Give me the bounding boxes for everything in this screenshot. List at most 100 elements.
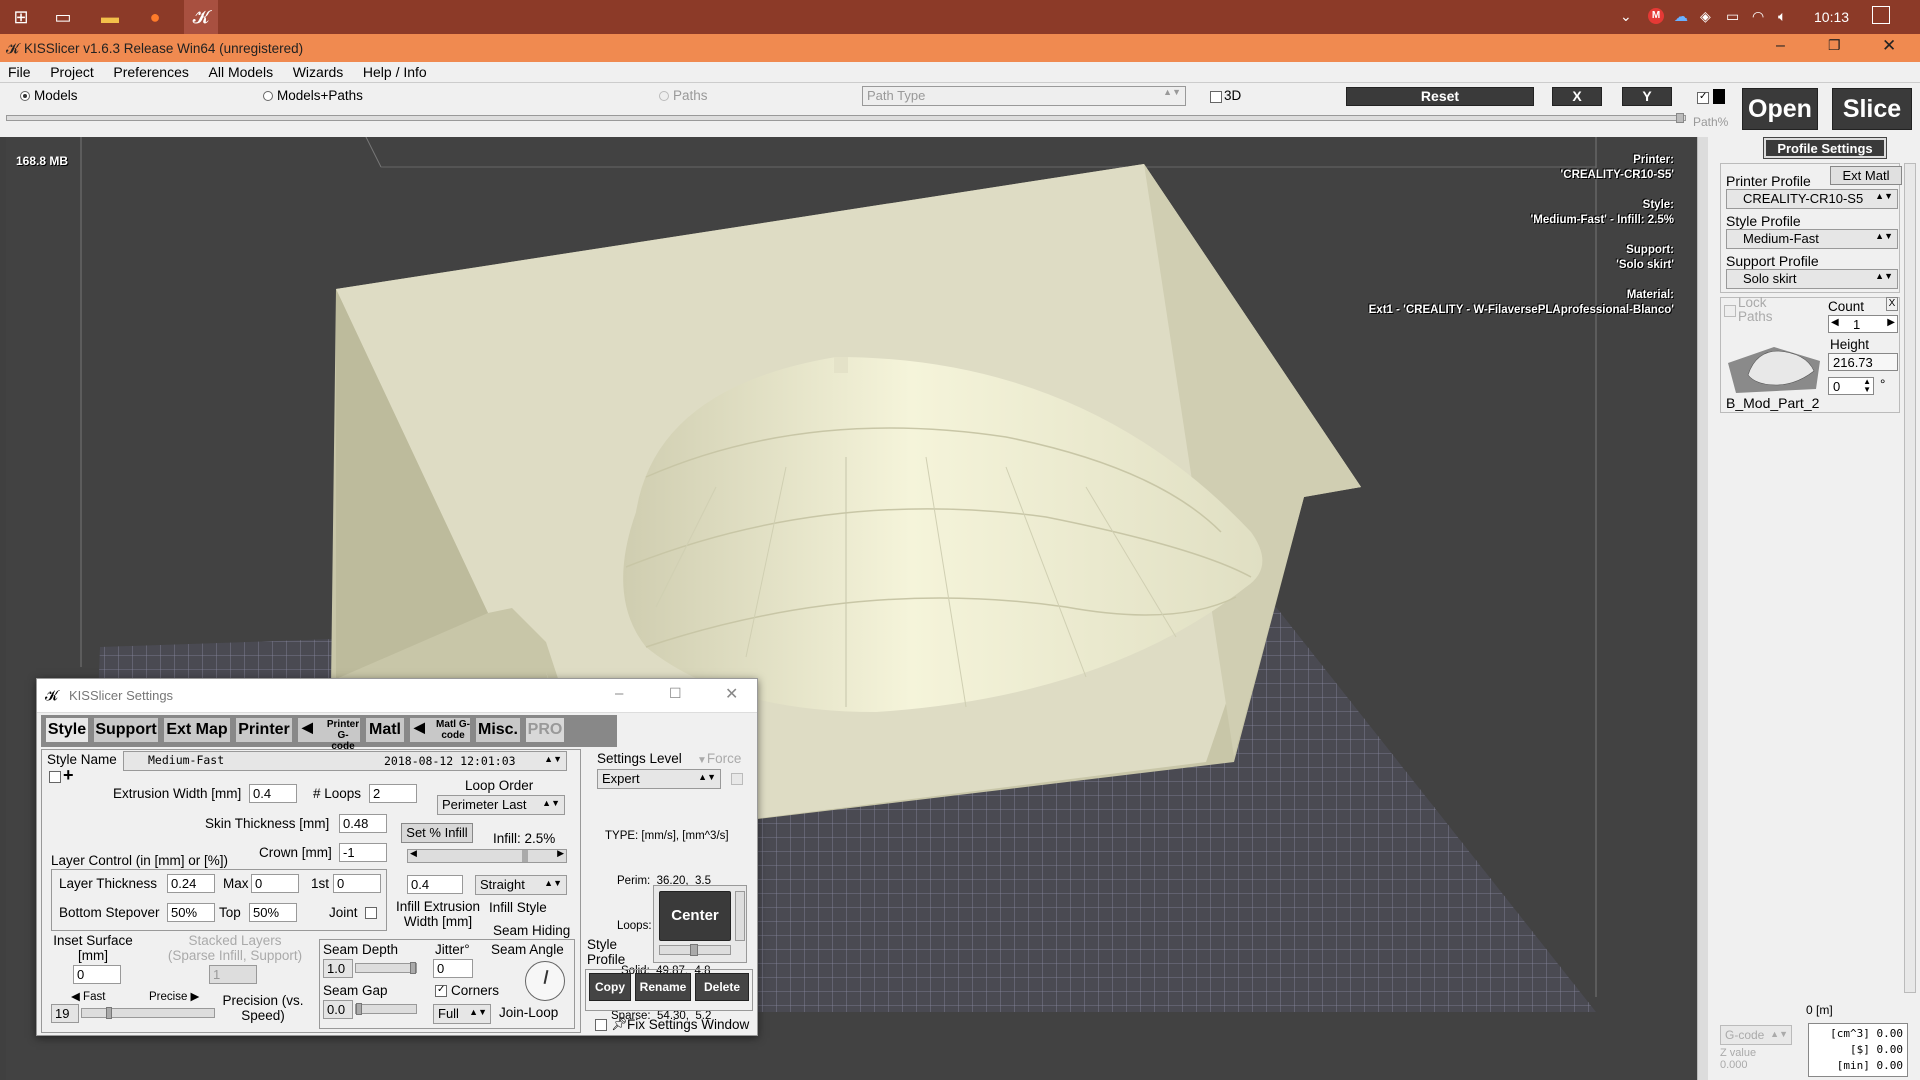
seam-depth-field[interactable]: 1.0 (323, 959, 353, 978)
set-infill-button[interactable]: Set % Infill (401, 823, 473, 843)
mega-icon[interactable]: M (1648, 8, 1664, 24)
menu-wizards[interactable]: Wizards (285, 62, 352, 80)
precision-field[interactable]: 19 (51, 1004, 79, 1023)
color-swatch[interactable] (1713, 89, 1725, 104)
windows-start-icon[interactable]: ⊞ (8, 4, 34, 30)
view-checkbox[interactable]: ✓ (1697, 91, 1709, 104)
corners-checkbox[interactable]: ✓ (435, 984, 447, 997)
dialog-maximize-button[interactable]: ☐ (669, 685, 682, 702)
tab-printer[interactable]: Printer (235, 717, 293, 743)
tab-support[interactable]: Support (93, 717, 159, 743)
add-icon[interactable]: + (63, 765, 74, 786)
fix-window-checkbox[interactable] (595, 1019, 607, 1031)
slice-button[interactable]: Slice (1832, 88, 1912, 130)
tab-ext-map[interactable]: Ext Map (163, 717, 231, 743)
kisslicer-icon[interactable]: 𝓚 (184, 0, 218, 34)
rename-button[interactable]: Rename (635, 973, 691, 1001)
x-button[interactable]: X (1552, 87, 1602, 106)
seam-gap-slider[interactable] (355, 1003, 417, 1015)
style-checkbox[interactable] (49, 771, 61, 783)
reset-button[interactable]: Reset (1346, 87, 1534, 106)
dropbox-icon[interactable]: ◈ (1700, 8, 1711, 25)
layer-thickness-field[interactable]: 0.24 (167, 874, 215, 893)
infill-width-field[interactable]: 0.4 (407, 875, 463, 894)
remove-model-button[interactable]: X (1886, 297, 1898, 311)
open-button[interactable]: Open (1742, 88, 1818, 130)
center-hslider[interactable] (659, 944, 731, 956)
menu-all-models[interactable]: All Models (201, 62, 282, 80)
menu-help[interactable]: Help / Info (355, 62, 435, 80)
close-button[interactable]: ✕ (1882, 36, 1896, 56)
jitter-field[interactable]: 0 (433, 959, 473, 978)
seam-gap-field[interactable]: 0.0 (323, 1000, 353, 1019)
tab-style[interactable]: Style (45, 717, 89, 743)
lock-paths-checkbox[interactable] (1724, 305, 1736, 317)
skin-field[interactable]: 0.48 (339, 814, 387, 833)
top-field[interactable]: 50% (249, 903, 297, 922)
printer-profile-select[interactable]: CREALITY-CR10-S5 ▲▼ (1726, 189, 1898, 209)
path-type-select[interactable]: Path Type ▲▼ (862, 86, 1186, 106)
tab-matl-gcode[interactable]: ◀ Matl G-code (409, 717, 471, 743)
tab-pro[interactable]: PRO (525, 717, 565, 743)
bottom-stepover-field[interactable]: 50% (167, 903, 215, 922)
tray-chevron-icon[interactable]: ⌄ (1620, 8, 1632, 25)
file-explorer-icon[interactable]: ▬ (97, 4, 123, 30)
menu-file[interactable]: File (0, 62, 39, 80)
seam-depth-slider[interactable] (355, 962, 417, 974)
max-field[interactable]: 0 (251, 874, 299, 893)
maximize-button[interactable]: ❐ (1828, 37, 1841, 54)
gcode-select[interactable]: G-code ▲▼ (1720, 1025, 1792, 1045)
task-view-icon[interactable]: ▭ (50, 4, 76, 30)
tab-printer-gcode[interactable]: ◀ Printer G-code (297, 717, 361, 752)
joint-checkbox[interactable] (365, 907, 377, 919)
force-checkbox[interactable] (731, 773, 743, 785)
loops-field[interactable]: 2 (369, 784, 417, 803)
volume-icon[interactable]: 🔈︎ (1778, 8, 1786, 25)
delete-button[interactable]: Delete (695, 973, 749, 1001)
loop-order-select[interactable]: Perimeter Last ▲▼ (437, 795, 565, 815)
infill-slider[interactable]: ◀ ▶ (407, 848, 567, 863)
models-radio[interactable] (20, 91, 30, 101)
clock[interactable]: 10:13 (1814, 9, 1849, 25)
profile-settings-button[interactable]: Profile Settings (1763, 137, 1887, 159)
style-profile-select[interactable]: Medium-Fast ▲▼ (1726, 229, 1898, 249)
support-profile-select[interactable]: Solo skirt ▲▼ (1726, 269, 1898, 289)
wifi-icon[interactable]: ◠ (1752, 8, 1764, 25)
seam-angle-dial[interactable] (525, 961, 565, 1001)
infill-style-select[interactable]: Straight ▲▼ (475, 875, 567, 895)
path-slider-thumb[interactable] (1676, 113, 1684, 123)
models-paths-radio[interactable] (263, 91, 273, 101)
settings-level-select[interactable]: Expert ▲▼ (597, 769, 721, 789)
stacked-layers-field[interactable]: 1 (209, 965, 257, 984)
ext-width-field[interactable]: 0.4 (249, 784, 297, 803)
height-field[interactable]: 216.73 (1828, 353, 1898, 371)
battery-icon[interactable]: ▭ (1726, 8, 1739, 25)
join-loop-select[interactable]: Full ▲▼ (433, 1004, 491, 1024)
tab-misc[interactable]: Misc. (475, 717, 521, 743)
count-stepper[interactable]: ◀ 1 ▶ (1828, 315, 1898, 333)
menu-project[interactable]: Project (42, 62, 102, 80)
style-name-select[interactable]: Medium-Fast 2018-08-12 12:01:03 ▲▼ (123, 751, 567, 771)
3d-checkbox[interactable] (1210, 91, 1222, 103)
onedrive-icon[interactable]: ☁ (1674, 8, 1688, 25)
paths-radio[interactable] (659, 91, 669, 101)
tab-matl[interactable]: Matl (365, 717, 405, 743)
ext-matl-button[interactable]: Ext Matl (1830, 166, 1902, 185)
menu-preferences[interactable]: Preferences (105, 62, 196, 80)
panel-scrollbar[interactable] (1904, 163, 1916, 993)
firefox-icon[interactable]: ● (142, 4, 168, 30)
copy-button[interactable]: Copy (589, 973, 631, 1001)
first-field[interactable]: 0 (333, 874, 381, 893)
y-button[interactable]: Y (1622, 87, 1672, 106)
notification-icon[interactable] (1872, 6, 1890, 24)
center-vslider[interactable] (735, 891, 745, 941)
dialog-close-button[interactable]: ✕ (725, 684, 738, 704)
path-slider[interactable] (6, 115, 1686, 121)
rotation-field[interactable]: 0 ▲ ▼ (1828, 377, 1874, 395)
precision-slider[interactable] (81, 1007, 215, 1019)
inset-field[interactable]: 0 (73, 965, 121, 984)
dialog-minimize-button[interactable]: – (615, 685, 623, 702)
minimize-button[interactable]: – (1776, 37, 1785, 55)
crown-field[interactable]: -1 (339, 843, 387, 862)
center-button[interactable]: Center (659, 891, 731, 941)
